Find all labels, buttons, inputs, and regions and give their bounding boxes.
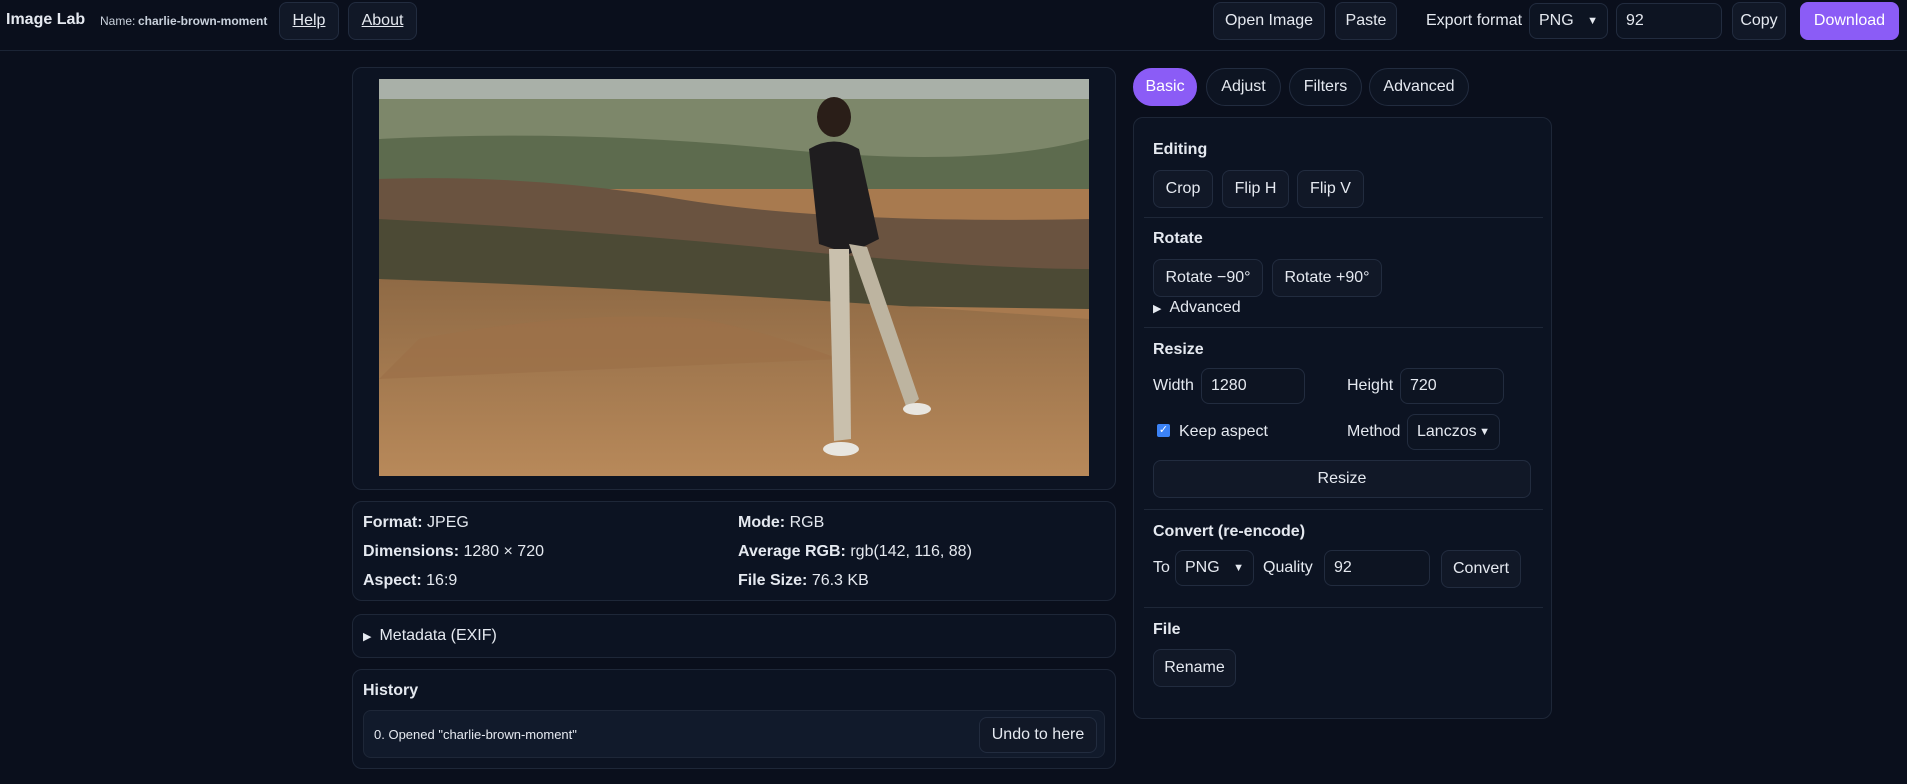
height-value: 720 [1410,377,1437,394]
chevron-down-icon: ▼ [1587,15,1598,27]
rotate-minus-90-button[interactable]: Rotate −90° [1153,259,1263,297]
section-divider [1144,509,1543,510]
aspect-label: Aspect: [363,572,422,589]
height-input[interactable]: 720 [1400,368,1504,404]
caret-right-icon: ▶ [363,631,372,643]
metadata-panel[interactable]: ▶ Metadata (EXIF) [352,614,1116,658]
download-button[interactable]: Download [1800,2,1899,40]
keep-aspect-checkbox[interactable]: ✓ [1157,424,1170,437]
tab-basic[interactable]: Basic [1133,68,1197,106]
convert-format-select[interactable]: PNG ▼ [1175,550,1254,586]
editing-title: Editing [1153,141,1208,158]
export-format-value: PNG [1539,12,1574,29]
about-button-label: About [361,12,404,29]
export-quality-value: 92 [1626,12,1644,29]
open-image-button[interactable]: Open Image [1213,2,1325,40]
convert-button[interactable]: Convert [1441,550,1521,588]
rotate-title: Rotate [1153,230,1203,247]
convert-quality-value: 92 [1334,559,1352,576]
method-select[interactable]: Lanczos ▼ [1407,414,1500,450]
history-item-text: 0. Opened "charlie-brown-moment" [374,727,577,742]
format-value: JPEG [427,514,469,531]
dimensions-value: 1280 × 720 [463,543,544,560]
about-button[interactable]: About [348,2,417,40]
method-label: Method [1347,423,1401,440]
aspect-value: 16:9 [426,572,458,589]
section-divider [1144,217,1543,218]
dimensions-label: Dimensions: [363,543,460,560]
format-label: Format: [363,514,423,531]
file-size-label: File Size: [738,572,808,589]
file-size-info: File Size: 76.3 KB [738,572,869,590]
help-button[interactable]: Help [279,2,339,40]
convert-quality-input[interactable]: 92 [1324,550,1430,586]
mode-info: Mode: RGB [738,514,824,532]
file-size-value: 76.3 KB [811,572,869,589]
width-label: Width [1153,377,1194,394]
resize-title: Resize [1153,341,1204,358]
average-rgb-value: rgb(142, 116, 88) [850,543,972,560]
section-divider [1144,327,1543,328]
file-name-label: Name: [100,14,136,28]
rotate-advanced-label: Advanced [1169,299,1241,316]
chevron-down-icon: ▼ [1479,426,1490,438]
rotate-advanced-toggle[interactable]: ▶ Advanced [1153,299,1241,317]
flip-h-button[interactable]: Flip H [1222,170,1289,208]
aspect-info: Aspect: 16:9 [363,572,457,590]
metadata-toggle[interactable]: ▶ Metadata (EXIF) [363,627,497,645]
file-title: File [1153,621,1181,638]
top-bar: Image Lab Name: charlie-brown-moment Hel… [0,0,1907,51]
average-rgb-label: Average RGB: [738,543,846,560]
format-info: Format: JPEG [363,514,469,532]
paste-button[interactable]: Paste [1335,2,1397,40]
undo-to-here-button[interactable]: Undo to here [979,717,1097,753]
tab-adjust[interactable]: Adjust [1206,68,1281,106]
help-button-label: Help [292,12,326,29]
tab-advanced[interactable]: Advanced [1369,68,1469,106]
crop-button[interactable]: Crop [1153,170,1213,208]
image-canvas[interactable] [379,79,1089,476]
history-panel: History 0. Opened "charlie-brown-moment"… [352,669,1116,769]
caret-right-icon: ▶ [1153,303,1162,315]
history-title: History [363,682,419,699]
export-format-label: Export format [1426,12,1523,29]
file-name-value: charlie-brown-moment [138,14,268,28]
mode-label: Mode: [738,514,786,531]
basic-tools-panel: Editing Crop Flip H Flip V Rotate Rotate… [1133,117,1552,719]
history-item: 0. Opened "charlie-brown-moment" Undo to… [363,710,1105,758]
keep-aspect-label: Keep aspect [1179,423,1268,440]
metadata-label: Metadata (EXIF) [379,627,497,644]
section-divider [1144,607,1543,608]
convert-quality-label: Quality [1263,559,1313,576]
method-value: Lanczos [1417,423,1477,440]
width-value: 1280 [1211,377,1247,394]
height-label: Height [1347,377,1394,394]
convert-format-value: PNG [1185,559,1220,576]
convert-title: Convert (re-encode) [1153,523,1306,540]
mode-value: RGB [789,514,825,531]
average-rgb-info: Average RGB: rgb(142, 116, 88) [738,543,972,561]
width-input[interactable]: 1280 [1201,368,1305,404]
export-quality-input[interactable]: 92 [1616,3,1722,39]
photo-illustration [379,79,1089,476]
convert-to-label: To [1153,559,1170,576]
copy-button[interactable]: Copy [1732,2,1786,40]
rename-button[interactable]: Rename [1153,649,1236,687]
resize-button[interactable]: Resize [1153,460,1531,498]
chevron-down-icon: ▼ [1233,562,1244,574]
app-title: Image Lab [6,11,86,28]
tab-filters[interactable]: Filters [1289,68,1362,106]
dimensions-info: Dimensions: 1280 × 720 [363,543,544,561]
rotate-plus-90-button[interactable]: Rotate +90° [1272,259,1382,297]
export-format-select[interactable]: PNG ▼ [1529,3,1608,39]
flip-v-button[interactable]: Flip V [1297,170,1364,208]
